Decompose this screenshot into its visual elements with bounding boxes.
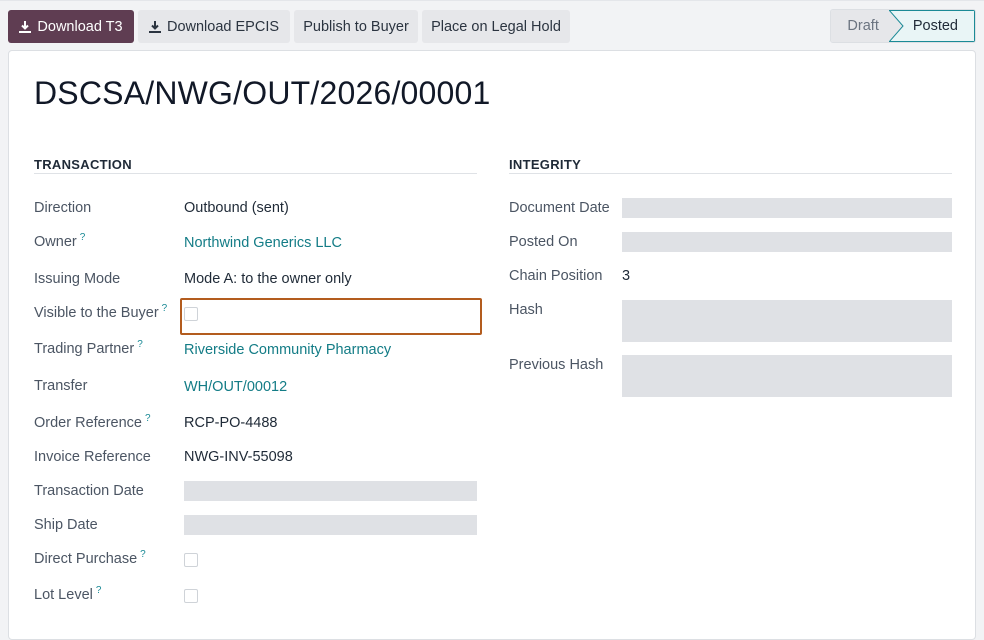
help-icon[interactable]: ? — [80, 232, 86, 243]
direct-purchase-checkbox[interactable] — [184, 553, 198, 567]
visible-to-buyer-label: Visible to the Buyer? — [34, 303, 168, 321]
transfer-label: Transfer — [34, 378, 88, 394]
help-icon[interactable]: ? — [137, 339, 143, 350]
form-sheet: DSCSA/NWG/OUT/2026/00001 TRANSACTION Dir… — [8, 50, 976, 640]
publish-to-buyer-label: Publish to Buyer — [303, 18, 409, 35]
status-arrow — [888, 10, 905, 42]
integrity-heading: INTEGRITY — [509, 157, 582, 172]
status-posted[interactable]: Posted — [904, 10, 975, 42]
posted-on-field[interactable] — [622, 232, 952, 252]
download-icon — [19, 20, 32, 33]
previous-hash-field[interactable] — [622, 355, 952, 397]
place-on-legal-hold-label: Place on Legal Hold — [431, 18, 561, 35]
invoice-reference-label: Invoice Reference — [34, 449, 151, 465]
trading-partner-label: Trading Partner? — [34, 339, 143, 357]
visible-to-buyer-focus — [180, 298, 482, 335]
ship-date-label: Ship Date — [34, 517, 98, 533]
integrity-divider — [509, 173, 952, 174]
download-epcis-button[interactable]: Download EPCIS — [138, 10, 290, 43]
help-icon[interactable]: ? — [96, 585, 102, 596]
direction-value: Outbound (sent) — [184, 200, 289, 216]
download-t3-label: Download T3 — [37, 18, 123, 35]
owner-link[interactable]: Northwind Generics LLC — [184, 235, 342, 251]
posted-on-label: Posted On — [509, 234, 578, 250]
download-epcis-label: Download EPCIS — [166, 18, 280, 35]
transaction-date-field[interactable] — [184, 481, 477, 501]
chevron-right-icon — [888, 10, 905, 42]
visible-to-buyer-checkbox[interactable] — [184, 307, 198, 321]
direction-label: Direction — [34, 200, 92, 216]
invoice-reference-value[interactable]: NWG-INV-55098 — [184, 449, 293, 465]
record-title: DSCSA/NWG/OUT/2026/00001 — [34, 75, 491, 111]
previous-hash-label: Previous Hash — [509, 357, 604, 373]
hash-label: Hash — [509, 302, 543, 318]
hash-field[interactable] — [622, 300, 952, 342]
help-icon[interactable]: ? — [140, 549, 146, 560]
publish-to-buyer-button[interactable]: Publish to Buyer — [294, 10, 418, 43]
status-draft[interactable]: Draft — [831, 10, 889, 42]
document-date-label: Document Date — [509, 200, 610, 216]
chain-position-label: Chain Position — [509, 268, 603, 284]
order-reference-value[interactable]: RCP-PO-4488 — [184, 415, 277, 431]
transaction-date-label: Transaction Date — [34, 483, 144, 499]
help-icon[interactable]: ? — [162, 303, 168, 314]
lot-level-checkbox[interactable] — [184, 589, 198, 603]
download-t3-button[interactable]: Download T3 — [8, 10, 134, 43]
transaction-heading: TRANSACTION — [34, 157, 132, 172]
status-draft-label: Draft — [847, 18, 879, 34]
ship-date-field[interactable] — [184, 515, 477, 535]
document-date-field[interactable] — [622, 198, 952, 218]
chain-position-value[interactable]: 3 — [622, 268, 630, 284]
place-on-legal-hold-button[interactable]: Place on Legal Hold — [422, 10, 570, 43]
help-icon[interactable]: ? — [145, 413, 151, 424]
transaction-divider — [34, 173, 477, 174]
status-bar: Draft Posted — [830, 9, 976, 43]
trading-partner-link[interactable]: Riverside Community Pharmacy — [184, 342, 391, 358]
issuing-mode-label: Issuing Mode — [34, 271, 121, 287]
direct-purchase-label: Direct Purchase? — [34, 549, 146, 567]
status-posted-label: Posted — [912, 18, 958, 34]
lot-level-label: Lot Level? — [34, 585, 102, 603]
order-reference-label: Order Reference? — [34, 413, 151, 431]
download-icon — [148, 20, 161, 33]
owner-label: Owner? — [34, 232, 86, 250]
transfer-link[interactable]: WH/OUT/00012 — [184, 379, 287, 395]
action-toolbar: Download T3 Download EPCIS Publish to Bu… — [0, 0, 984, 50]
issuing-mode-value[interactable]: Mode A: to the owner only — [184, 271, 352, 287]
